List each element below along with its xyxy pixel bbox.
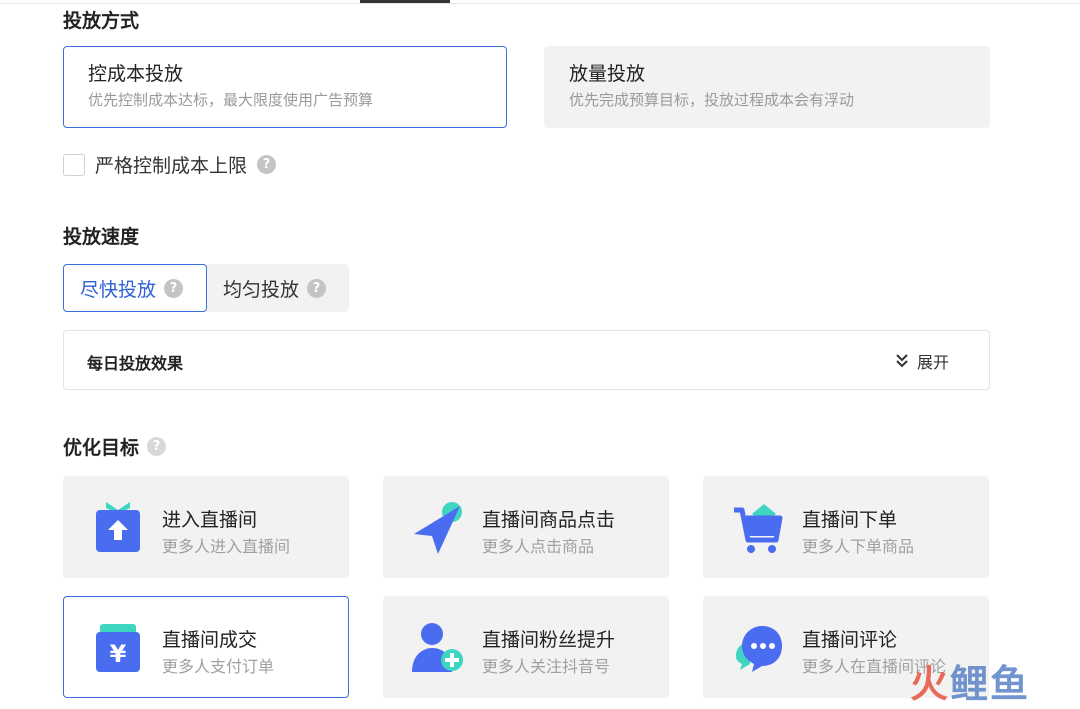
help-icon[interactable]: ?: [307, 278, 327, 298]
watermark-logo: 火鲤鱼: [910, 662, 1031, 706]
option-title: 控成本投放: [88, 63, 184, 85]
cart-icon: [734, 504, 783, 553]
strict-cost-checkbox[interactable]: [63, 153, 85, 176]
goal-card-live-enter[interactable]: 进入直播间 更多人进入直播间: [63, 476, 349, 578]
delivery-speed-title: 投放速度: [63, 226, 140, 248]
help-icon[interactable]: ?: [164, 278, 184, 298]
top-divider: [0, 3, 1080, 4]
speed-option-fast[interactable]: 尽快投放 ?: [63, 264, 207, 312]
yuan-wallet-icon: ¥: [96, 624, 140, 672]
option-volume-delivery[interactable]: 放量投放 优先完成预算目标，投放过程成本会有浮动: [544, 46, 990, 128]
goal-title: 直播间下单: [802, 509, 898, 531]
goal-desc: 更多人关注抖音号: [482, 657, 611, 676]
goal-desc: 更多人进入直播间: [162, 537, 291, 556]
daily-effects-title: 每日投放效果: [87, 354, 184, 373]
goal-card-place-order[interactable]: 直播间下单 更多人下单商品: [703, 476, 989, 578]
option-cost-control[interactable]: 控成本投放 优先控制成本达标，最大限度使用广告预算: [63, 46, 507, 128]
live-enter-icon: [96, 502, 140, 552]
goal-title: 直播间粉丝提升: [482, 629, 616, 651]
comment-bubble-icon: [736, 626, 782, 672]
product-click-icon: [414, 502, 462, 554]
double-chevron-down-icon: [896, 354, 908, 368]
optimization-goal-title: 优化目标 ?: [63, 433, 167, 460]
delivery-method-title: 投放方式: [63, 10, 140, 32]
speed-option-label: 均匀投放: [223, 278, 300, 301]
goal-title: 直播间商品点击: [482, 509, 616, 531]
goal-desc: 更多人下单商品: [802, 537, 915, 556]
help-icon[interactable]: ?: [257, 155, 277, 174]
option-title: 放量投放: [569, 63, 646, 85]
strict-cost-checkbox-row: 严格控制成本上限 ?: [63, 151, 277, 178]
speed-option-even[interactable]: 均匀投放 ?: [207, 264, 349, 312]
goal-desc: 更多人点击商品: [482, 537, 595, 556]
active-tab-indicator: [360, 0, 450, 3]
expand-label: 展开: [916, 353, 949, 372]
add-follower-icon: [412, 623, 463, 672]
speed-option-label: 尽快投放: [80, 278, 157, 301]
goal-card-follower-growth[interactable]: 直播间粉丝提升 更多人关注抖音号: [383, 596, 669, 698]
help-icon[interactable]: ?: [147, 437, 167, 456]
goal-title: 直播间成交: [162, 629, 258, 651]
option-desc: 优先完成预算目标，投放过程成本会有浮动: [569, 91, 855, 109]
option-desc: 优先控制成本达标，最大限度使用广告预算: [88, 91, 374, 109]
strict-cost-label: 严格控制成本上限: [95, 155, 248, 177]
delivery-speed-group: 尽快投放 ? 均匀投放 ?: [63, 264, 349, 312]
expand-toggle[interactable]: 展开: [895, 349, 949, 373]
goal-desc: 更多人支付订单: [162, 657, 275, 676]
goal-card-transaction[interactable]: ¥ 直播间成交 更多人支付订单: [63, 596, 349, 698]
goal-card-product-click[interactable]: 直播间商品点击 更多人点击商品: [383, 476, 669, 578]
goal-title: 直播间评论: [802, 629, 898, 651]
svg-text:¥: ¥: [110, 640, 127, 668]
daily-effects-panel: 每日投放效果 展开: [63, 330, 990, 390]
goal-title: 进入直播间: [162, 509, 258, 531]
